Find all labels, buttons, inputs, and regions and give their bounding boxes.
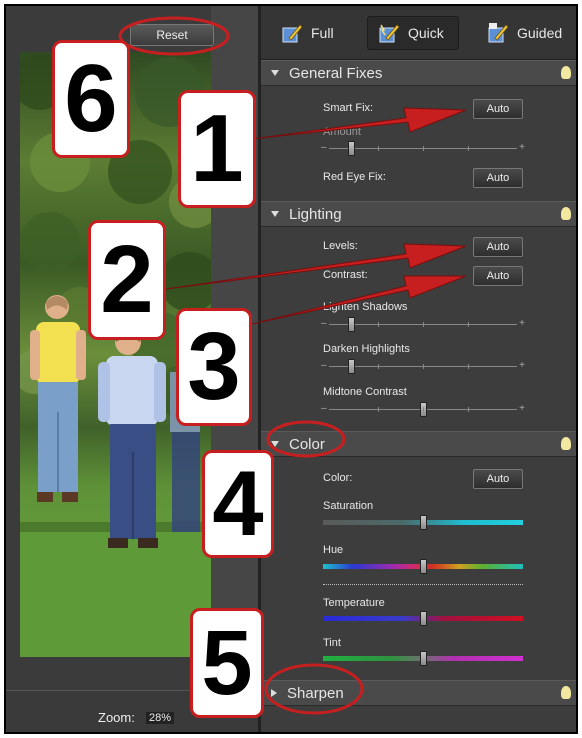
slider-tick	[378, 146, 379, 151]
midtone-contrast-slider[interactable]: – +	[321, 402, 525, 417]
section-title: Lighting	[289, 205, 342, 223]
slider-tick	[423, 364, 424, 369]
callout-2: 2	[88, 220, 166, 340]
callout-6: 6	[52, 40, 130, 158]
slider-tick	[423, 407, 424, 412]
color-auto-button[interactable]: Auto	[473, 469, 523, 489]
red-eye-fix-label: Red Eye Fix:	[323, 171, 386, 183]
section-sharpen-header[interactable]: Sharpen	[261, 680, 576, 706]
section-title: Sharpen	[287, 684, 344, 702]
levels-label: Levels:	[323, 240, 358, 252]
collapse-triangle-icon	[271, 70, 279, 76]
minus-icon: –	[321, 142, 327, 153]
levels-auto-button[interactable]: Auto	[473, 237, 523, 257]
slider-tick	[468, 407, 469, 412]
section-color-header[interactable]: Color	[261, 431, 576, 457]
midtone-contrast-label: Midtone Contrast	[323, 386, 407, 398]
lighten-shadows-slider[interactable]: – +	[321, 317, 525, 332]
tab-guided-label: Guided	[517, 25, 563, 41]
slider-thumb[interactable]	[348, 359, 355, 374]
zoom-value[interactable]: 28%	[146, 712, 175, 724]
slider-thumb[interactable]	[348, 317, 355, 332]
temperature-label: Temperature	[323, 597, 385, 609]
plus-icon: +	[519, 403, 525, 414]
smart-fix-label: Smart Fix:	[323, 102, 374, 114]
slider-tick	[468, 322, 469, 327]
hue-slider-thumb[interactable]	[420, 559, 427, 574]
color-divider	[323, 584, 523, 585]
slider-tick	[378, 364, 379, 369]
quick-fix-panel: Full Quick Guided General Fixes Smart Fi…	[258, 6, 576, 732]
callout-3: 3	[176, 308, 252, 426]
plus-icon: +	[519, 142, 525, 153]
contrast-auto-button[interactable]: Auto	[473, 266, 523, 286]
full-edit-icon	[282, 24, 303, 43]
smart-fix-auto-button[interactable]: Auto	[473, 99, 523, 119]
red-eye-auto-button[interactable]: Auto	[473, 168, 523, 188]
slider-tick	[423, 146, 424, 151]
tab-full[interactable]: Full	[281, 16, 334, 50]
color-label: Color:	[323, 472, 353, 484]
minus-icon: –	[321, 360, 327, 371]
callout-4: 4	[202, 450, 274, 558]
tab-quick[interactable]: Quick	[367, 16, 459, 50]
tab-full-label: Full	[311, 25, 334, 41]
guided-edit-icon	[488, 23, 509, 43]
lightbulb-tip-icon[interactable]	[561, 207, 571, 220]
slider-thumb[interactable]	[348, 141, 355, 156]
tab-guided[interactable]: Guided	[487, 16, 562, 50]
smart-fix-amount-label: Amount	[323, 126, 361, 138]
contrast-label: Contrast:	[323, 269, 368, 281]
section-lighting-header[interactable]: Lighting	[261, 201, 576, 227]
darken-highlights-label: Darken Highlights	[323, 343, 410, 355]
section-title: Color	[289, 435, 325, 453]
expand-triangle-icon	[271, 689, 277, 697]
slider-tick	[423, 322, 424, 327]
edit-mode-tabs: Full Quick Guided	[261, 6, 576, 60]
slider-tick	[378, 322, 379, 327]
minus-icon: –	[321, 403, 327, 414]
section-general-fixes-header[interactable]: General Fixes	[261, 60, 576, 86]
hue-label: Hue	[323, 544, 344, 556]
saturation-slider-thumb[interactable]	[420, 515, 427, 530]
temperature-slider-thumb[interactable]	[420, 611, 427, 626]
lightbulb-tip-icon[interactable]	[561, 66, 571, 79]
collapse-triangle-icon	[271, 441, 279, 447]
slider-tick	[378, 407, 379, 412]
screenshot-frame: Reset Zoom: 28% Full Quick Guided Genera…	[4, 4, 578, 734]
slider-tick	[468, 146, 469, 151]
darken-highlights-slider[interactable]: – +	[321, 359, 525, 374]
plus-icon: +	[519, 360, 525, 371]
saturation-label: Saturation	[323, 500, 374, 512]
collapse-triangle-icon	[271, 211, 279, 217]
minus-icon: –	[321, 318, 327, 329]
reset-button[interactable]: Reset	[130, 24, 214, 46]
section-title: General Fixes	[289, 64, 383, 82]
quick-edit-icon	[379, 24, 400, 43]
slider-tick	[468, 364, 469, 369]
callout-1: 1	[178, 90, 256, 208]
tab-quick-label: Quick	[408, 25, 444, 41]
tint-slider-thumb[interactable]	[420, 651, 427, 666]
tint-label: Tint	[323, 637, 341, 649]
callout-5: 5	[190, 608, 264, 718]
smart-fix-amount-slider[interactable]: – +	[321, 141, 525, 156]
lightbulb-tip-icon[interactable]	[561, 437, 571, 450]
plus-icon: +	[519, 318, 525, 329]
lighten-shadows-label: Lighten Shadows	[323, 301, 408, 313]
zoom-label: Zoom:	[98, 710, 135, 725]
lightbulb-tip-icon[interactable]	[561, 686, 571, 699]
